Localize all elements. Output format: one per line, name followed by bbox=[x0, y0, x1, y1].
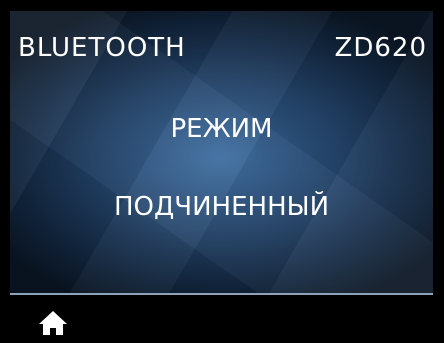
bottom-bar bbox=[10, 295, 433, 335]
printer-display: BLUETOOTH ZD620 РЕЖИМ ПОДЧИНЕННЫЙ bbox=[10, 11, 433, 335]
setting-value[interactable]: ПОДЧИНЕННЫЙ bbox=[10, 194, 433, 220]
printer-model: ZD620 bbox=[334, 33, 427, 63]
setting-label: РЕЖИМ bbox=[170, 114, 273, 144]
menu-title: BLUETOOTH bbox=[18, 33, 186, 63]
home-icon[interactable] bbox=[38, 310, 68, 335]
content-panel: BLUETOOTH ZD620 РЕЖИМ ПОДЧИНЕННЫЙ bbox=[10, 11, 433, 293]
